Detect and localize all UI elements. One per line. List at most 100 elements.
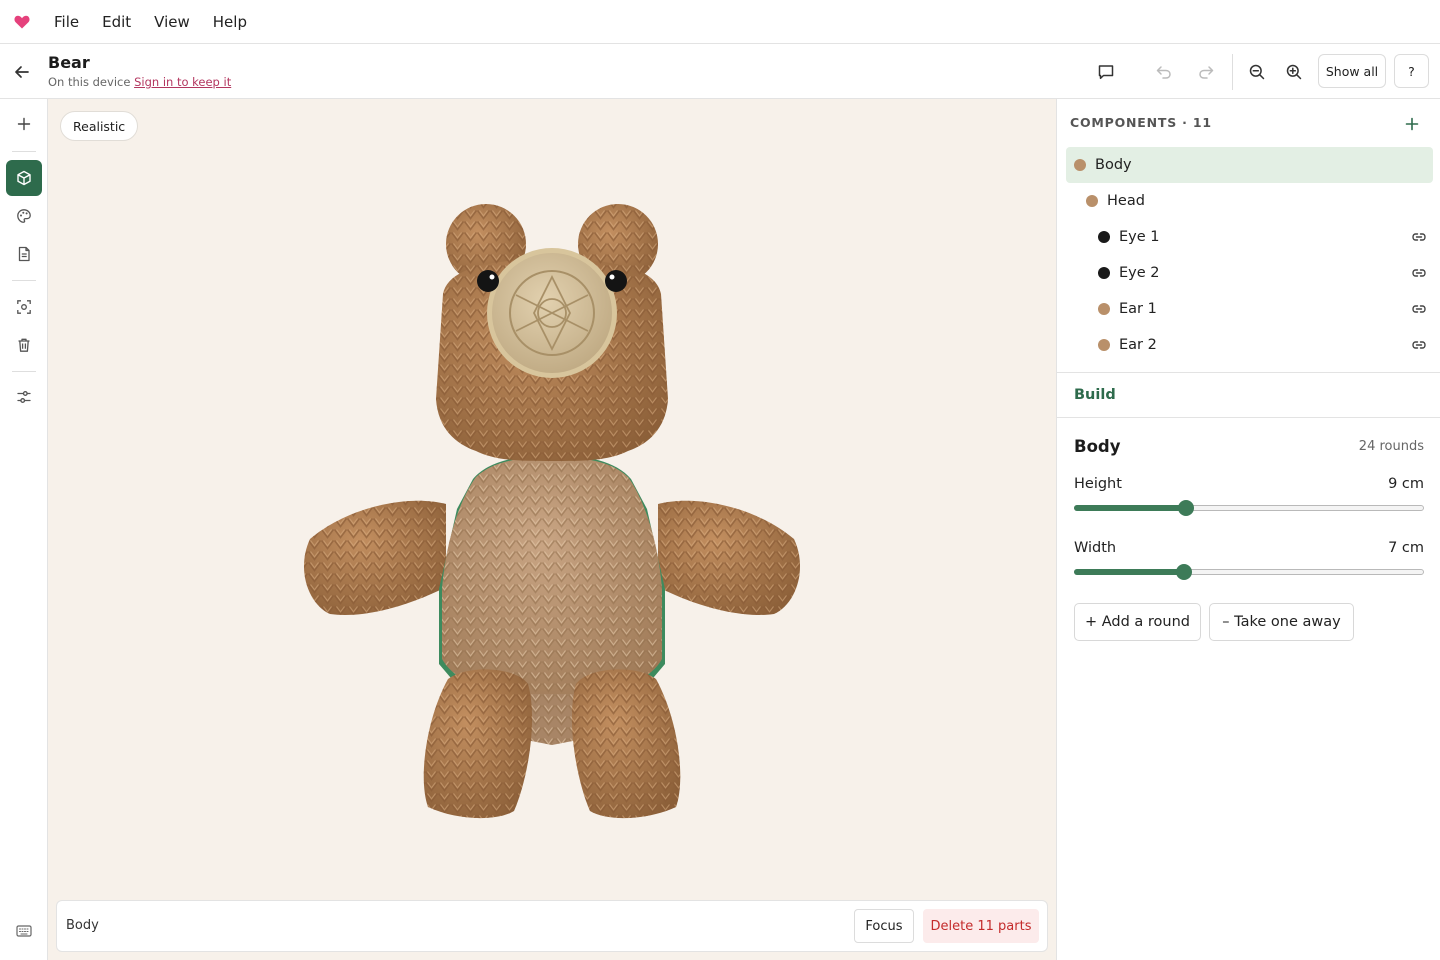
panel-divider: [1057, 372, 1440, 373]
add-round-button[interactable]: + Add a round: [1074, 603, 1201, 641]
height-value: 9 cm: [1388, 476, 1424, 492]
focus-icon: [17, 300, 31, 314]
component-name: Body: [1095, 157, 1132, 173]
menu-view[interactable]: View: [144, 9, 200, 35]
component-eye-1[interactable]: Eye 1: [1066, 219, 1433, 255]
color-swatch: [1086, 195, 1098, 207]
menu-edit[interactable]: Edit: [92, 9, 141, 35]
panel-divider: [1057, 417, 1440, 418]
storage-location: On this device: [48, 75, 131, 89]
plus-icon: [17, 117, 31, 131]
document-icon: [18, 246, 30, 262]
part-title: Body: [1074, 437, 1121, 456]
components-header: COMPONENTS · 11: [1070, 115, 1212, 130]
undo-icon: [1156, 66, 1171, 79]
component-name: Ear 1: [1119, 301, 1157, 317]
component-tree: Body Head Eye 1 Eye 2 Ear 1 Ear 2: [1066, 147, 1433, 363]
bear-snout: [487, 248, 617, 378]
left-leg: [423, 669, 533, 819]
rail-divider: [12, 371, 36, 372]
component-head[interactable]: Head: [1066, 183, 1433, 219]
palette-icon: [17, 209, 31, 223]
color-swatch: [1098, 303, 1110, 315]
slider-fill: [1074, 569, 1185, 575]
rail-divider: [12, 151, 36, 152]
menu-help[interactable]: Help: [203, 9, 257, 35]
document-title-block: Bear On this device Sign in to keep it: [48, 53, 231, 89]
sign-in-link[interactable]: Sign in to keep it: [134, 75, 231, 89]
focus-button[interactable]: Focus: [854, 909, 914, 943]
color-swatch: [1098, 339, 1110, 351]
rail-divider: [12, 280, 36, 281]
left-arm: [303, 500, 446, 615]
bear-model[interactable]: [48, 99, 1056, 899]
width-value: 7 cm: [1388, 540, 1424, 556]
eye-2: [605, 270, 627, 292]
menu-bar: File Edit View Help: [0, 0, 1440, 44]
build-tab[interactable]: Build: [1074, 387, 1116, 403]
menu-file[interactable]: File: [44, 9, 89, 35]
selection-status-bar: Body Focus Delete 11 parts: [56, 900, 1048, 952]
component-eye-2[interactable]: Eye 2: [1066, 255, 1433, 291]
component-ear-1[interactable]: Ear 1: [1066, 291, 1433, 327]
delete-parts-button[interactable]: Delete 11 parts: [923, 909, 1039, 943]
color-swatch: [1098, 231, 1110, 243]
plus-icon: [1405, 117, 1419, 131]
properties-panel: COMPONENTS · 11 Body Head Eye 1 Eye 2 Ea…: [1056, 99, 1440, 960]
comment-icon: [1098, 65, 1114, 80]
cube-icon: [17, 170, 31, 186]
keyboard-icon[interactable]: [16, 923, 32, 942]
settings-tool-button[interactable]: [6, 379, 42, 415]
component-name: Eye 1: [1119, 229, 1160, 245]
slider-fill: [1074, 505, 1186, 511]
arrow-left-icon: [15, 66, 29, 78]
zoom-out-icon: [1249, 64, 1265, 80]
zoom-out-button[interactable]: [1242, 57, 1272, 87]
link-icon[interactable]: [1411, 338, 1427, 352]
eye-1: [477, 270, 499, 292]
add-component-button[interactable]: [6, 106, 42, 142]
right-leg: [571, 669, 681, 819]
color-swatch: [1098, 267, 1110, 279]
document-title: Bear: [48, 53, 90, 72]
trash-icon: [18, 338, 30, 352]
tool-rail: [0, 99, 48, 960]
link-icon[interactable]: [1411, 266, 1427, 280]
remove-round-button[interactable]: – Take one away: [1209, 603, 1354, 641]
color-tool-button[interactable]: [6, 198, 42, 234]
component-name: Head: [1107, 193, 1145, 209]
height-label: Height: [1074, 476, 1122, 492]
sliders-icon: [17, 391, 31, 403]
zoom-in-icon: [1286, 64, 1302, 80]
right-arm: [658, 500, 801, 615]
width-slider[interactable]: [1074, 564, 1424, 580]
height-slider[interactable]: [1074, 500, 1424, 516]
back-button[interactable]: [8, 58, 36, 86]
heart-icon[interactable]: [0, 15, 44, 29]
delete-tool-button[interactable]: [6, 327, 42, 363]
focus-tool-button[interactable]: [6, 289, 42, 325]
width-label: Width: [1074, 540, 1117, 556]
pattern-tool-button[interactable]: [6, 236, 42, 272]
redo-button[interactable]: [1191, 57, 1221, 87]
add-component-panel-button[interactable]: [1399, 111, 1425, 137]
redo-icon: [1199, 66, 1214, 79]
slider-thumb[interactable]: [1178, 500, 1194, 516]
round-count: 24 rounds: [1358, 439, 1424, 454]
show-all-button[interactable]: Show all: [1318, 54, 1386, 88]
undo-button[interactable]: [1149, 57, 1179, 87]
build-tool-button[interactable]: [6, 160, 42, 196]
component-ear-2[interactable]: Ear 2: [1066, 327, 1433, 363]
help-button[interactable]: ?: [1394, 54, 1429, 88]
viewport-canvas[interactable]: Realistic Body Focus Delete 11 parts: [48, 99, 1056, 960]
component-name: Eye 2: [1119, 265, 1160, 281]
selection-label: Body: [66, 918, 99, 933]
zoom-in-button[interactable]: [1279, 57, 1309, 87]
storage-status: On this device Sign in to keep it: [48, 75, 231, 89]
link-icon[interactable]: [1411, 302, 1427, 316]
title-bar: Bear On this device Sign in to keep it S…: [0, 44, 1440, 99]
slider-thumb[interactable]: [1176, 564, 1193, 580]
component-body[interactable]: Body: [1066, 147, 1433, 183]
link-icon[interactable]: [1411, 230, 1427, 244]
comment-button[interactable]: [1091, 57, 1121, 87]
